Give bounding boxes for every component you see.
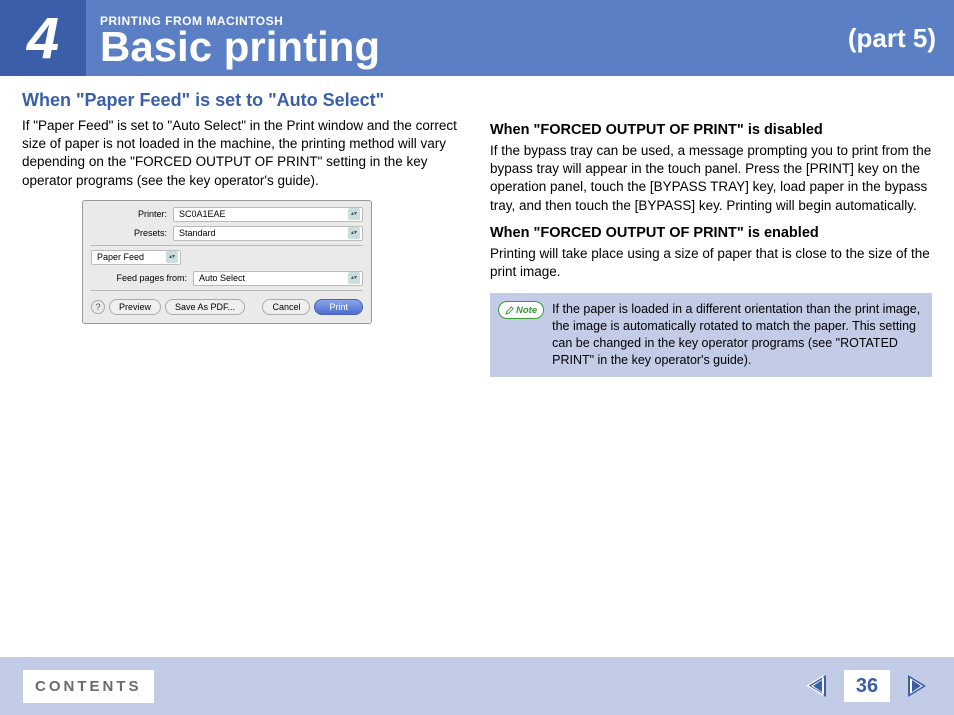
printer-label: Printer: [91, 209, 173, 219]
updown-icon: ▴▾ [348, 272, 360, 284]
preview-button[interactable]: Preview [109, 299, 161, 315]
dialog-section-select[interactable]: Paper Feed ▴▾ [91, 250, 181, 265]
page-header: 4 PRINTING FROM MACINTOSH Basic printing… [0, 0, 954, 76]
pencil-icon [505, 306, 514, 315]
page-footer: CONTENTS 36 [0, 657, 954, 715]
disabled-paragraph: If the bypass tray can be used, a messag… [490, 142, 932, 215]
presets-label: Presets: [91, 228, 173, 238]
enabled-paragraph: Printing will take place using a size of… [490, 245, 932, 281]
section-value: Paper Feed [97, 252, 144, 262]
part-label: (part 5) [830, 0, 954, 76]
enabled-heading: When "FORCED OUTPUT OF PRINT" is enabled [490, 225, 932, 241]
note-badge: Note [498, 301, 544, 319]
section-title: When "Paper Feed" is set to "Auto Select… [22, 90, 464, 111]
disabled-heading: When "FORCED OUTPUT OF PRINT" is disable… [490, 122, 932, 138]
right-column: When "FORCED OUTPUT OF PRINT" is disable… [490, 90, 932, 377]
contents-button[interactable]: CONTENTS [22, 669, 155, 704]
print-button[interactable]: Print [314, 299, 363, 315]
note-box: Note If the paper is loaded in a differe… [490, 293, 932, 377]
print-dialog: Printer: SC0A1EAE ▴▾ Presets: Standard ▴… [82, 200, 372, 324]
help-button[interactable]: ? [91, 300, 105, 314]
triangle-left-icon [804, 672, 832, 700]
content-area: When "Paper Feed" is set to "Auto Select… [0, 76, 954, 377]
presets-value: Standard [179, 228, 216, 238]
presets-select[interactable]: Standard ▴▾ [173, 226, 363, 241]
feed-value: Auto Select [199, 273, 245, 283]
cancel-button[interactable]: Cancel [262, 299, 310, 315]
next-page-button[interactable] [900, 670, 932, 702]
updown-icon: ▴▾ [348, 227, 360, 239]
printer-value: SC0A1EAE [179, 209, 226, 219]
divider [91, 290, 363, 291]
note-text: If the paper is loaded in a different or… [552, 301, 922, 369]
triangle-right-icon [902, 672, 930, 700]
prev-page-button[interactable] [802, 670, 834, 702]
printer-select[interactable]: SC0A1EAE ▴▾ [173, 207, 363, 222]
print-dialog-screenshot: Printer: SC0A1EAE ▴▾ Presets: Standard ▴… [82, 200, 464, 324]
header-text-block: PRINTING FROM MACINTOSH Basic printing [86, 0, 830, 76]
feed-label: Feed pages from: [91, 273, 193, 283]
save-pdf-button[interactable]: Save As PDF... [165, 299, 245, 315]
left-column: When "Paper Feed" is set to "Auto Select… [22, 90, 464, 377]
page-number: 36 [844, 670, 890, 702]
updown-icon: ▴▾ [166, 251, 178, 263]
updown-icon: ▴▾ [348, 208, 360, 220]
divider [91, 245, 363, 246]
feed-select[interactable]: Auto Select ▴▾ [193, 271, 363, 286]
chapter-number: 4 [0, 0, 86, 76]
intro-paragraph: If "Paper Feed" is set to "Auto Select" … [22, 117, 464, 190]
page-title: Basic printing [100, 26, 816, 68]
